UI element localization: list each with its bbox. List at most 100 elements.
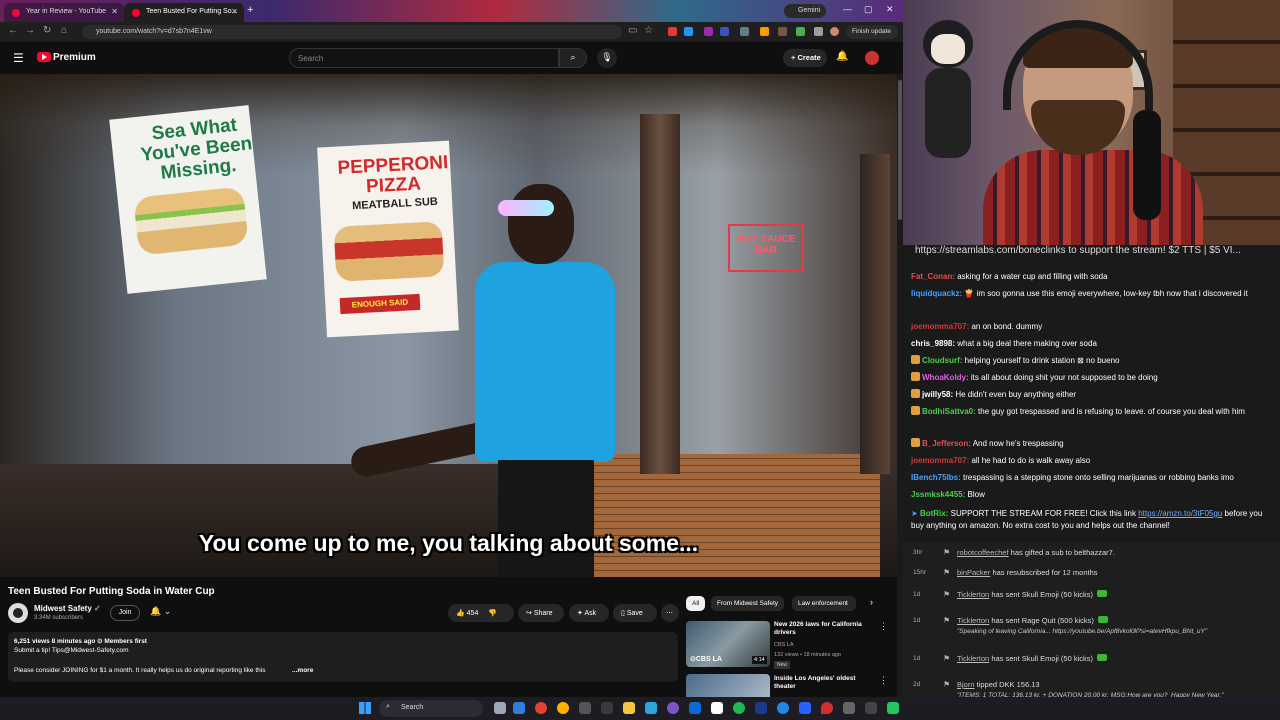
dislike-button[interactable]: 👎 [488, 610, 497, 617]
account-avatar[interactable] [865, 51, 879, 65]
app-icon[interactable] [887, 702, 899, 714]
hamburger-menu-icon[interactable]: ☰ [13, 51, 24, 65]
close-window-icon[interactable]: ✕ [886, 4, 894, 15]
task-view-icon[interactable] [494, 702, 506, 714]
chevron-right-icon[interactable]: › [870, 597, 873, 607]
close-tab-icon[interactable]: ✕ [231, 7, 238, 16]
description-more-link[interactable]: ...more [292, 667, 313, 674]
chip-all[interactable]: All [686, 596, 706, 611]
tiktok-icon[interactable] [711, 702, 723, 714]
app-icon[interactable] [777, 702, 789, 714]
chat-username[interactable]: joemomma707: [911, 456, 969, 465]
extension-icon[interactable] [668, 27, 677, 36]
chat-username[interactable]: joemomma707: [911, 322, 969, 331]
windows-start-icon[interactable] [359, 702, 371, 714]
extension-icon[interactable] [760, 27, 769, 36]
extension-icon[interactable] [704, 27, 713, 36]
maps-icon[interactable] [821, 702, 833, 714]
chat-username[interactable]: IBench75lbs: [911, 473, 961, 482]
app-icon[interactable] [667, 702, 679, 714]
recommendation-title[interactable]: Inside Los Angeles' oldest theater [774, 675, 874, 692]
join-button[interactable]: Join [110, 605, 140, 621]
chat-username[interactable]: Fat_Conan: [911, 272, 955, 281]
bookmark-star-icon[interactable]: ☆ [644, 25, 653, 36]
app-icon[interactable] [579, 702, 591, 714]
app-icon[interactable] [799, 702, 811, 714]
recommendation-channel[interactable]: CBS LA [774, 642, 794, 648]
chat-username[interactable]: Jssmksk4455: [911, 490, 965, 499]
chrome-icon[interactable] [535, 702, 547, 714]
close-tab-icon[interactable]: ✕ [111, 7, 118, 16]
tab-year-in-review[interactable]: Year in Review - YouTube ✕ [4, 3, 124, 22]
profile-avatar[interactable] [830, 27, 839, 36]
minimize-icon[interactable]: — [843, 4, 852, 14]
edge-icon[interactable] [513, 702, 525, 714]
subscription-bell-dropdown[interactable]: 🔔 ⌄ [150, 606, 171, 617]
kebab-menu-icon[interactable]: ⋮ [879, 621, 888, 632]
chip-from-channel[interactable]: From Midwest Safety [711, 596, 785, 611]
chat-username[interactable]: jwilly58: [922, 390, 953, 399]
url-field[interactable]: youtube.com/watch?v=d7sb7n4E1vw [82, 25, 622, 39]
gemini-button[interactable]: Gemini [784, 4, 826, 18]
video-player[interactable]: Sea What You've Been Missing. PEPPERONI … [0, 74, 897, 577]
app-icon[interactable] [755, 702, 767, 714]
chip-law-enforcement[interactable]: Law enforcement [792, 596, 856, 611]
cast-icon[interactable]: ▭ [628, 25, 637, 36]
tab-current-video[interactable]: Teen Busted For Putting So... ✕ [124, 3, 244, 22]
finish-update-button[interactable]: Finish update [846, 25, 898, 39]
app-icon[interactable] [865, 702, 877, 714]
chat-username[interactable]: liquidquackz: [911, 289, 962, 298]
extension-icon[interactable] [740, 27, 749, 36]
like-button[interactable]: 👍 454 [456, 610, 478, 617]
chrome-canary-icon[interactable] [557, 702, 569, 714]
telegram-icon[interactable] [645, 702, 657, 714]
back-icon[interactable]: ← [8, 25, 18, 36]
notifications-bell-icon[interactable]: 🔔 [836, 51, 848, 62]
recommendation-title[interactable]: New 2026 laws for California drivers [774, 621, 874, 638]
kebab-menu-icon[interactable]: ⋮ [879, 675, 888, 686]
spotify-icon[interactable] [733, 702, 745, 714]
create-button[interactable]: + Create [783, 49, 827, 67]
maximize-icon[interactable]: ▢ [864, 4, 873, 15]
extension-icon[interactable] [684, 27, 693, 36]
more-actions-icon[interactable]: ⋯ [661, 604, 679, 622]
extension-icon[interactable] [778, 27, 787, 36]
event-type-icon: ⚑ [943, 680, 951, 689]
extension-icon[interactable] [796, 27, 805, 36]
extension-icon[interactable] [720, 27, 729, 36]
app-icon[interactable] [601, 702, 613, 714]
search-icon[interactable]: ⌕ [559, 48, 587, 68]
chat-username[interactable]: B_Jefferson: [922, 439, 971, 448]
search-input[interactable]: Search [289, 48, 559, 68]
chat-username[interactable]: BodhiSattva0: [922, 407, 976, 416]
reload-icon[interactable]: ↻ [43, 25, 51, 36]
microphone-icon[interactable]: 🎙 [597, 48, 617, 68]
new-tab-icon[interactable]: + [247, 4, 253, 16]
event-username[interactable]: robotcoffeechef [957, 548, 1009, 557]
channel-avatar[interactable] [8, 603, 28, 623]
event-username[interactable]: Bjorn [957, 680, 975, 689]
home-icon[interactable]: ⌂ [61, 25, 67, 36]
event-username[interactable]: Ticklerton [957, 654, 989, 663]
brand-label[interactable]: Premium [53, 52, 96, 63]
chat-username[interactable]: chris_9898: [911, 339, 955, 348]
scrollbar-thumb[interactable] [898, 80, 902, 220]
chat-link[interactable]: https://amzn.to/3tF05gu [1138, 509, 1222, 518]
youtube-logo-icon[interactable] [37, 52, 51, 62]
event-username[interactable]: Ticklerton [957, 616, 989, 625]
taskbar-search[interactable]: ⌕ Search [379, 700, 483, 717]
save-button[interactable]: ▯ Save [613, 604, 657, 622]
ask-button[interactable]: ✦ Ask [569, 604, 609, 622]
forward-icon[interactable]: → [25, 25, 35, 36]
event-username[interactable]: binPacker [957, 568, 990, 577]
channel-name[interactable]: Midwest Safety ✓ [34, 604, 101, 613]
file-explorer-icon[interactable] [623, 702, 635, 714]
chat-username[interactable]: Cloudsurf: [922, 356, 962, 365]
app-icon[interactable] [689, 702, 701, 714]
app-icon[interactable] [843, 702, 855, 714]
recommendation-thumbnail[interactable] [686, 674, 770, 697]
event-username[interactable]: Ticklerton [957, 590, 989, 599]
chat-username[interactable]: WhoaKoldy: [922, 373, 969, 382]
sidebar-icon[interactable] [814, 27, 823, 36]
share-button[interactable]: ↪ Share [518, 604, 564, 622]
